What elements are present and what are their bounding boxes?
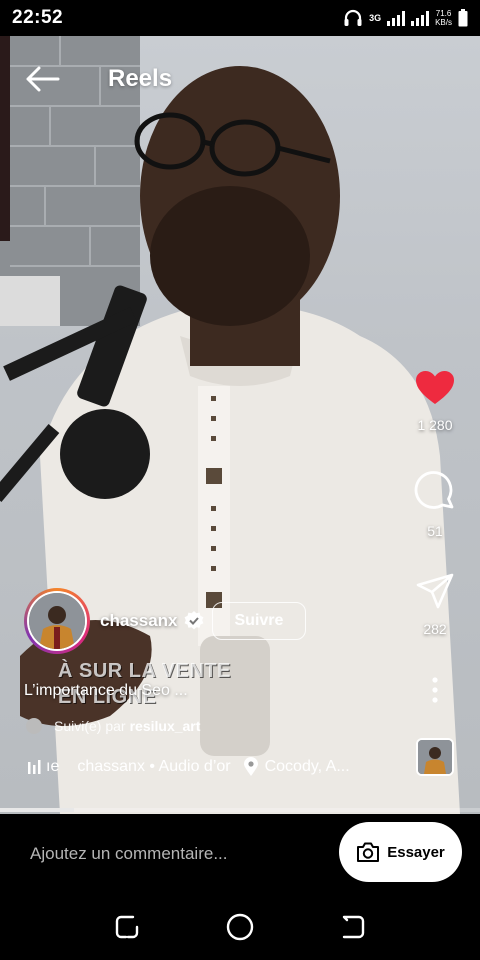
audio-thumbnail-image [418,740,452,774]
comment-bubble-icon[interactable] [414,470,456,512]
network-type: 3G [369,12,382,23]
signal-icon-2 [411,10,430,26]
followed-by[interactable]: Suivi(e) par resilux_art [26,718,200,734]
home-circle-icon[interactable] [225,912,255,942]
video-progress-bar[interactable] [0,808,480,812]
heart-filled-icon[interactable] [415,370,455,406]
location-pin-icon [243,757,258,776]
like-action[interactable]: 1 280 [405,370,465,433]
status-icons: 3G 71.6 KB/s [343,9,468,27]
avatar-portrait-illustration [29,593,85,649]
speed-unit: KB/s [435,18,452,27]
follower-avatar [26,718,42,734]
like-count: 1 280 [417,417,453,433]
system-nav-bar [0,894,480,960]
recent-apps-icon[interactable] [112,912,142,942]
follow-button[interactable]: Suivre [211,602,307,640]
author-avatar[interactable] [24,588,90,654]
back-nav-icon[interactable] [338,912,368,942]
share-count: 282 [423,621,447,637]
author-row: chassanx Suivre [24,588,307,654]
author-username[interactable]: chassanx [100,611,178,631]
page-title: Reels [108,65,173,92]
audio-row[interactable]: ıe chassanx • Audio d’or Cocody, A... [28,757,350,777]
headphones-icon [344,9,362,26]
reel-caption[interactable]: L’importance du Seo ... [24,682,188,700]
back-button[interactable] [12,56,72,102]
battery-icon [458,9,468,27]
video-progress-fill [0,808,75,812]
followed-by-name: resilux_art [129,718,201,734]
comment-input[interactable]: Ajoutez un commentaire... [30,844,227,864]
signal-icon [387,10,406,26]
try-camera-button[interactable]: Essayer [339,822,462,882]
location-label[interactable]: Cocody, A... [265,758,350,776]
avatar-image [29,593,85,649]
followed-by-prefix: Suivi(e) par [54,718,126,734]
reels-header: Reels [0,56,480,102]
audio-track-label[interactable]: chassanx • Audio d’or [77,758,230,776]
speed-value: 71.6 [435,9,452,18]
try-button-label: Essayer [387,843,445,861]
overlay-line-1: À SUR LA VENTE [58,660,231,682]
status-time: 22:52 [12,7,64,28]
verified-badge-icon [184,611,203,630]
audio-bars-icon [28,760,41,774]
comment-action[interactable]: 51 [405,470,465,539]
comment-count: 51 [427,523,443,539]
arrow-left-icon [26,66,60,92]
status-bar: 22:52 3G 71.6 KB/s [0,0,480,36]
audio-thumbnail[interactable] [416,738,454,776]
audio-ticker-fragment: ıe [46,758,60,775]
more-options-button[interactable] [405,676,465,709]
more-vertical-icon[interactable] [430,676,440,704]
camera-icon [357,842,380,862]
network-speed: 71.6 KB/s [435,9,452,27]
share-action[interactable]: 282 [405,572,465,637]
send-paper-plane-icon[interactable] [415,572,455,610]
